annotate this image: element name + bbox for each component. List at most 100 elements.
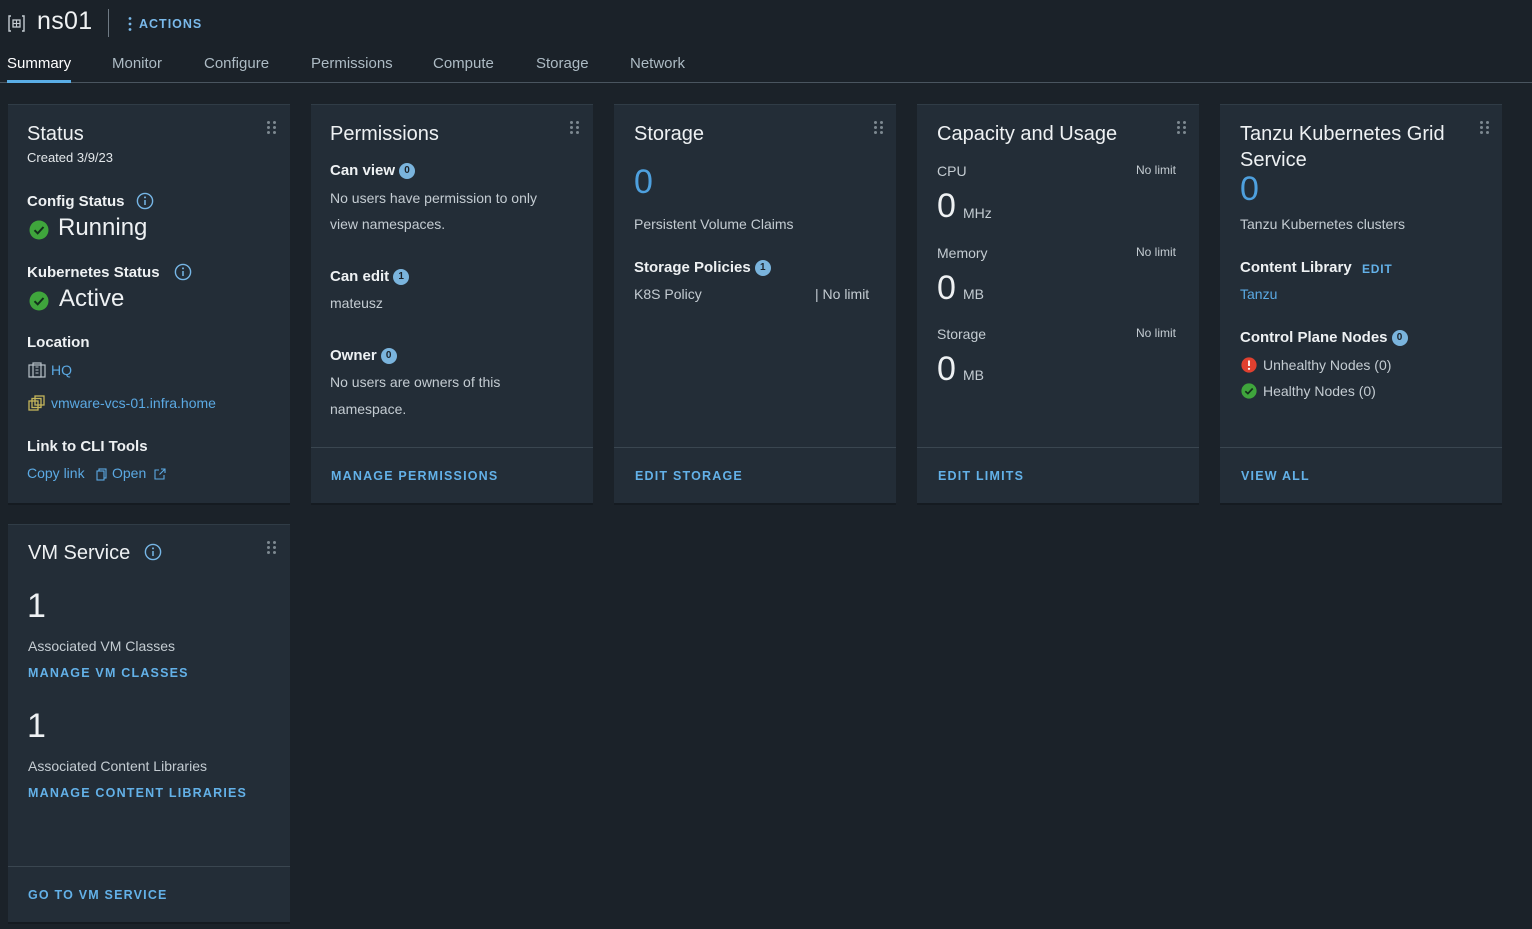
storage-card: Storage 0 Persistent Volume Claims Stora…: [614, 104, 896, 503]
unhealthy-nodes: Unhealthy Nodes (0): [1263, 357, 1392, 373]
drag-handle-icon[interactable]: [874, 121, 884, 135]
content-library-link[interactable]: Tanzu: [1240, 286, 1277, 302]
storage-policy-name: K8S Policy: [634, 286, 702, 302]
tab-storage[interactable]: Storage: [536, 55, 589, 83]
content-library-edit-button[interactable]: EDIT: [1362, 262, 1393, 276]
storage-policy-limit: | No limit: [815, 286, 870, 302]
check-circle-icon: [29, 291, 49, 311]
can-view-badge: 0: [399, 163, 416, 180]
more-vertical-icon: [128, 17, 132, 31]
owner-description-line-2: namespace.: [330, 401, 407, 417]
control-plane-nodes-text: Control Plane Nodes: [1240, 329, 1388, 346]
header-divider: [108, 9, 109, 37]
can-edit-text: Can edit: [330, 268, 390, 285]
control-plane-nodes-label: Control Plane Nodes 0: [1240, 329, 1408, 347]
pvc-count[interactable]: 0: [634, 163, 653, 202]
can-view-label: Can view 0: [330, 162, 416, 180]
cpu-value: 0: [937, 187, 956, 225]
location-vcenter-link[interactable]: vmware-vcs-01.infra.home: [51, 395, 216, 411]
vm-service-card-footer: GO TO VM SERVICE: [8, 866, 290, 922]
vcenter-icon: [28, 395, 45, 411]
tkg-card-footer: VIEW ALL: [1220, 447, 1502, 503]
tkg-title-line-2: Service: [1240, 149, 1307, 171]
content-libraries-count: 1: [27, 707, 46, 745]
status-card: Status Created 3/9/23 Config Status Runn…: [8, 104, 290, 503]
tab-summary[interactable]: Summary: [7, 55, 72, 83]
tkg-service-card: Tanzu Kubernetes Grid Service 0 Tanzu Ku…: [1220, 104, 1502, 503]
cpu-unit: MHz: [963, 205, 992, 221]
storage-policies-text: Storage Policies: [634, 259, 751, 276]
owner-description-line-1: No users are owners of this: [330, 374, 501, 390]
tab-permissions[interactable]: Permissions: [311, 55, 393, 83]
tab-compute[interactable]: Compute: [433, 55, 494, 83]
pvc-label: Persistent Volume Claims: [634, 216, 794, 232]
memory-value: 0: [937, 269, 956, 307]
memory-limit: No limit: [1136, 245, 1177, 259]
check-circle-icon: [29, 220, 49, 240]
can-view-description-line-2: view namespaces.: [330, 216, 446, 232]
actions-button[interactable]: ACTIONS: [127, 15, 202, 33]
tab-configure[interactable]: Configure: [204, 55, 269, 83]
drag-handle-icon[interactable]: [267, 121, 277, 135]
permissions-card: Permissions Can view 0 No users have perm…: [311, 104, 593, 503]
info-icon[interactable]: [136, 192, 154, 210]
location-datacenter-link[interactable]: HQ: [51, 362, 72, 378]
go-to-vm-service-button[interactable]: GO TO VM SERVICE: [28, 888, 168, 902]
cpu-label: CPU: [937, 163, 967, 179]
content-library-label: Content Library: [1240, 259, 1352, 276]
config-status-value: Running: [58, 214, 148, 241]
healthy-nodes: Healthy Nodes (0): [1263, 383, 1376, 399]
vm-service-card-title: VM Service: [28, 542, 131, 564]
capacity-card-title: Capacity and Usage: [937, 123, 1118, 145]
manage-content-libraries-button[interactable]: MANAGE CONTENT LIBRARIES: [28, 786, 247, 800]
drag-handle-icon[interactable]: [267, 541, 277, 555]
drag-handle-icon[interactable]: [570, 121, 580, 135]
control-plane-nodes-badge: 0: [1391, 330, 1408, 347]
owner-label: Owner 0: [330, 347, 397, 365]
copy-icon[interactable]: [96, 468, 107, 481]
info-icon[interactable]: [144, 543, 162, 561]
tkg-clusters-label: Tanzu Kubernetes clusters: [1240, 216, 1405, 232]
can-edit-label: Can edit 1: [330, 268, 410, 286]
page-header: ns01 ACTIONS: [0, 0, 1532, 46]
edit-limits-button[interactable]: EDIT LIMITS: [938, 469, 1024, 483]
permissions-card-footer: MANAGE PERMISSIONS: [311, 447, 593, 503]
vm-classes-label: Associated VM Classes: [28, 638, 176, 654]
vm-service-card: VM Service 1 Associated VM Classes MANAG…: [8, 524, 290, 922]
storage-usage-label: Storage: [937, 326, 987, 342]
manage-permissions-button[interactable]: MANAGE PERMISSIONS: [331, 469, 498, 483]
kubernetes-status-value: Active: [59, 285, 125, 312]
namespace-icon: [8, 15, 25, 32]
memory-unit: MB: [963, 286, 984, 302]
error-icon: [1241, 357, 1257, 373]
check-circle-icon: [1241, 383, 1257, 399]
storage-card-footer: EDIT STORAGE: [614, 447, 896, 503]
storage-policies-label: Storage Policies 1: [634, 259, 771, 277]
open-link[interactable]: Open: [112, 465, 146, 481]
tab-monitor[interactable]: Monitor: [112, 55, 162, 83]
manage-vm-classes-button[interactable]: MANAGE VM CLASSES: [28, 666, 189, 680]
permissions-card-title: Permissions: [330, 123, 439, 145]
tkg-title-line-1: Tanzu Kubernetes Grid: [1240, 123, 1445, 145]
kubernetes-status-label: Kubernetes Status: [27, 264, 160, 281]
edit-storage-button[interactable]: EDIT STORAGE: [635, 469, 743, 483]
cpu-limit: No limit: [1136, 163, 1177, 177]
drag-handle-icon[interactable]: [1177, 121, 1187, 135]
storage-usage-value: 0: [937, 350, 956, 388]
external-link-icon[interactable]: [154, 468, 166, 480]
owner-text: Owner: [330, 347, 377, 364]
info-icon[interactable]: [174, 263, 192, 281]
storage-card-title: Storage: [634, 123, 705, 145]
tkg-clusters-count[interactable]: 0: [1240, 170, 1259, 209]
memory-label: Memory: [937, 245, 988, 261]
cli-tools-label: Link to CLI Tools: [27, 438, 148, 455]
storage-usage-unit: MB: [963, 367, 984, 383]
view-all-button[interactable]: VIEW ALL: [1241, 469, 1310, 483]
capacity-card: Capacity and Usage CPU No limit 0 MHz Me…: [917, 104, 1199, 503]
owner-badge: 0: [380, 348, 397, 365]
copy-link[interactable]: Copy link: [27, 465, 85, 481]
status-card-title: Status: [27, 123, 84, 145]
drag-handle-icon[interactable]: [1480, 121, 1490, 135]
tab-network[interactable]: Network: [630, 55, 685, 83]
tab-bar: Summary Monitor Configure Permissions Co…: [0, 46, 1532, 83]
